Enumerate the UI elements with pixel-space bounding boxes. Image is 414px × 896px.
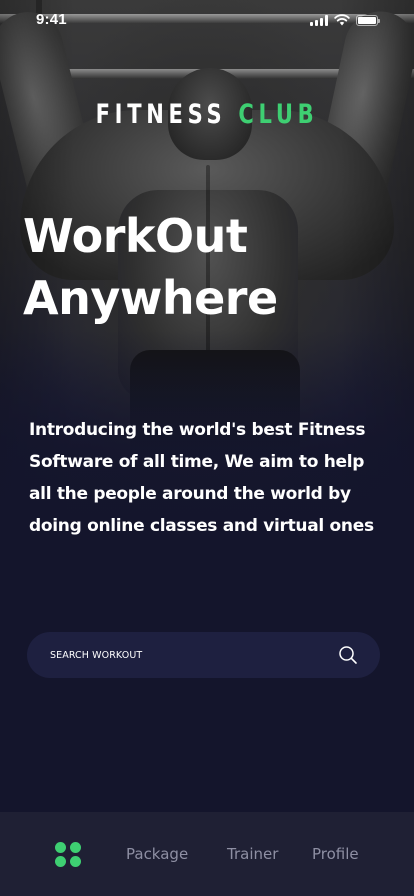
hero-title: WorkOut Anywhere <box>23 205 393 329</box>
brand-name-primary: FITNESS <box>95 99 227 130</box>
main-content: FITNESS CLUB WorkOut Anywhere Introducin… <box>0 0 414 896</box>
status-time: 9:41 <box>36 11 67 28</box>
status-icons <box>310 13 380 27</box>
hero-title-line1: WorkOut <box>23 209 248 263</box>
bottom-nav: Package Trainer Profile <box>0 812 414 896</box>
nav-item-trainer[interactable]: Trainer <box>227 845 278 863</box>
search-icon[interactable] <box>338 645 358 665</box>
wifi-icon <box>334 14 350 26</box>
status-bar: 9:41 <box>0 0 414 40</box>
grid-dots-icon[interactable] <box>55 842 83 868</box>
intro-text: Introducing the world's best Fitness Sof… <box>29 420 374 536</box>
nav-item-profile[interactable]: Profile <box>312 845 359 863</box>
search-bar[interactable] <box>27 632 380 678</box>
battery-icon <box>356 14 380 26</box>
brand-logo: FITNESS CLUB <box>46 99 369 130</box>
search-input[interactable] <box>50 649 338 661</box>
nav-item-package[interactable]: Package <box>126 845 188 863</box>
brand-name-accent: CLUB <box>238 99 319 130</box>
app-screen: 9:41 FITNESS CLUB WorkOut Anywhere Intro… <box>0 0 414 896</box>
cellular-signal-icon <box>310 14 328 26</box>
hero-title-line2: Anywhere <box>23 271 278 325</box>
